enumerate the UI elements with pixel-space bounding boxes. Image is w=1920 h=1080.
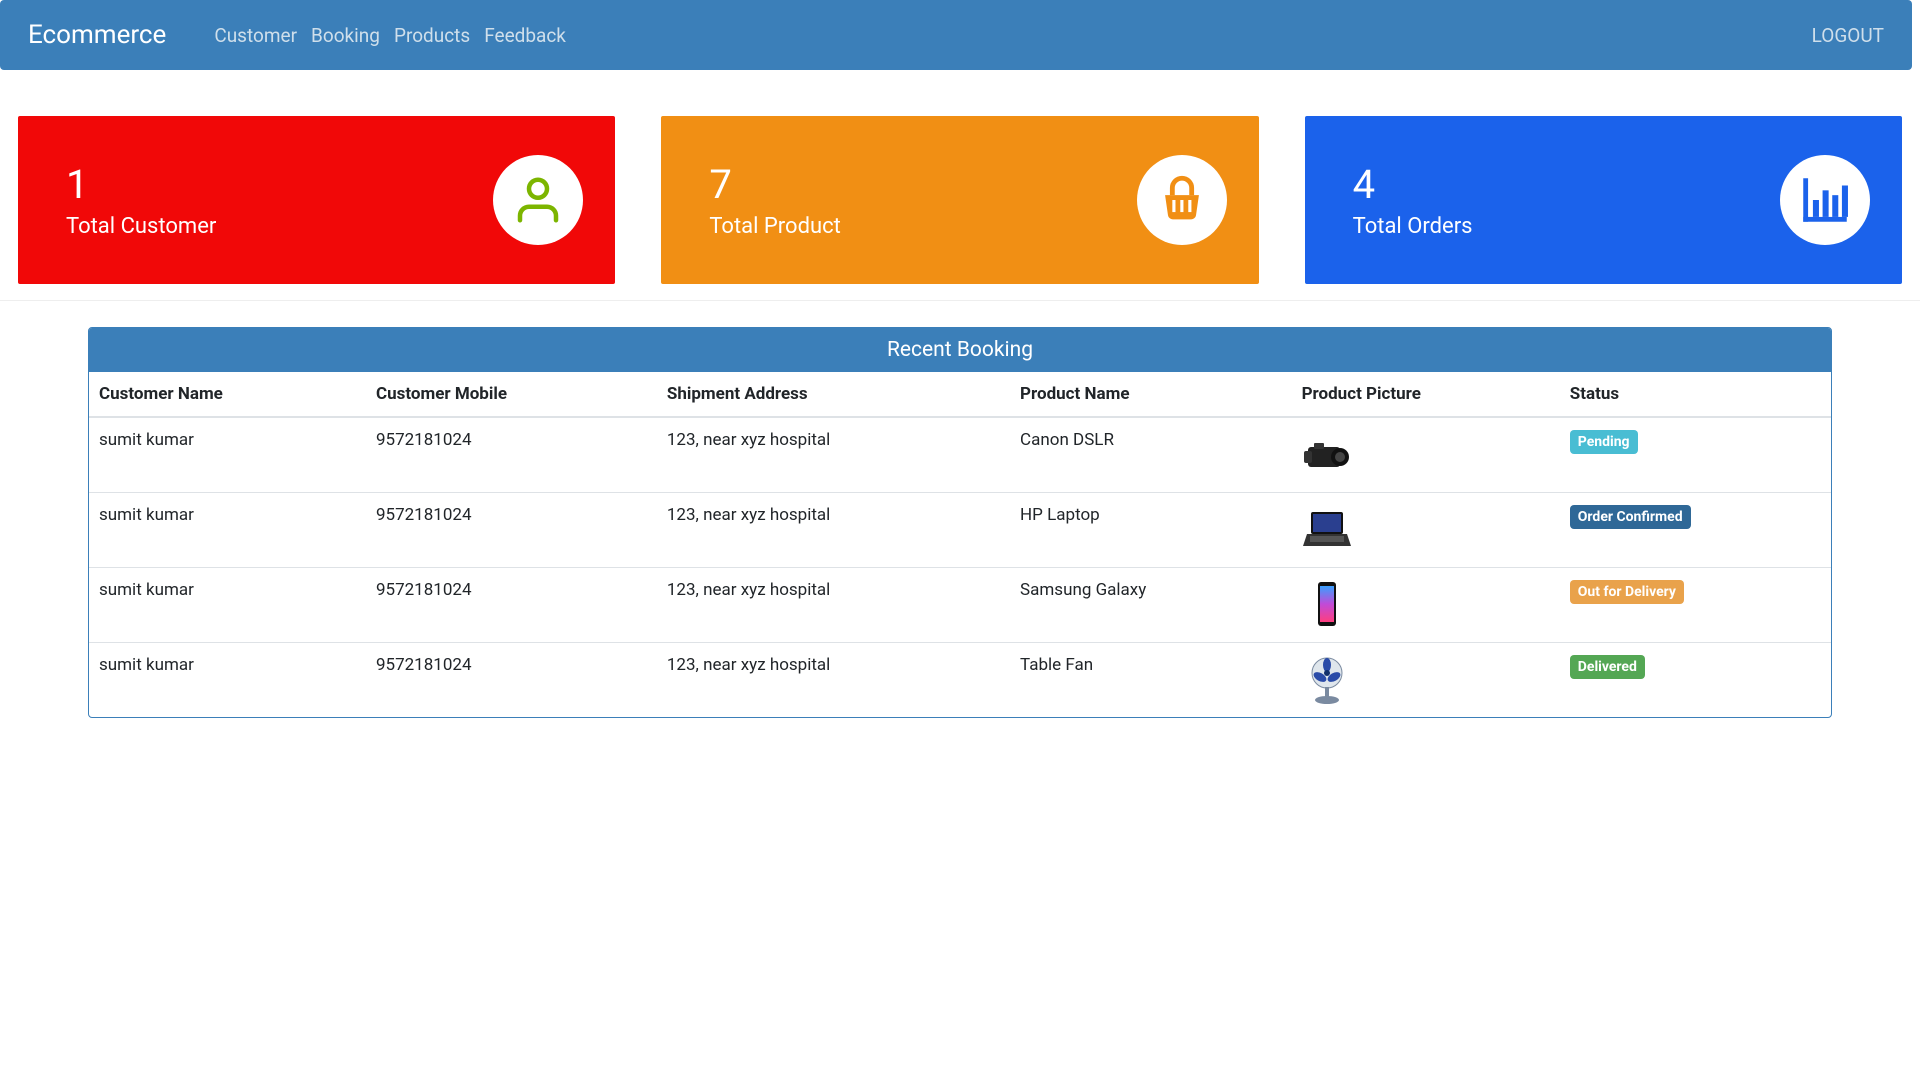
cell-name: sumit kumar	[89, 493, 366, 568]
stat-label: Total Product	[709, 214, 841, 239]
col-customer-name: Customer Name	[89, 372, 366, 417]
cell-mobile: 9572181024	[366, 568, 657, 643]
cell-name: sumit kumar	[89, 417, 366, 493]
cell-address: 123, near xyz hospital	[657, 643, 1010, 718]
table-row: sumit kumar9572181024123, near xyz hospi…	[89, 568, 1831, 643]
cell-status: Delivered	[1560, 643, 1831, 718]
stat-card-text: 7 Total Product	[709, 161, 841, 239]
col-status: Status	[1560, 372, 1831, 417]
cell-name: sumit kumar	[89, 568, 366, 643]
stat-count: 1	[66, 161, 216, 208]
logout-link[interactable]: LOGOUT	[1812, 24, 1884, 47]
cell-mobile: 9572181024	[366, 417, 657, 493]
cell-product: HP Laptop	[1010, 493, 1292, 568]
status-badge: Order Confirmed	[1570, 505, 1691, 529]
stat-cards-row: 1 Total Customer 7 Total Product	[0, 70, 1920, 300]
col-shipment-address: Shipment Address	[657, 372, 1010, 417]
booking-card: Recent Booking Customer Name Customer Mo…	[88, 327, 1832, 718]
cell-picture	[1292, 493, 1560, 568]
cell-address: 123, near xyz hospital	[657, 493, 1010, 568]
nav-link-customer[interactable]: Customer	[214, 24, 297, 47]
col-product-picture: Product Picture	[1292, 372, 1560, 417]
stat-label: Total Customer	[66, 214, 216, 239]
table-row: sumit kumar9572181024123, near xyz hospi…	[89, 417, 1831, 493]
cell-picture	[1292, 568, 1560, 643]
cell-status: Out for Delivery	[1560, 568, 1831, 643]
cell-address: 123, near xyz hospital	[657, 568, 1010, 643]
cell-address: 123, near xyz hospital	[657, 417, 1010, 493]
booking-section: Recent Booking Customer Name Customer Mo…	[0, 301, 1920, 758]
cell-product: Table Fan	[1010, 643, 1292, 718]
stat-card-customer[interactable]: 1 Total Customer	[18, 116, 615, 284]
cell-status: Order Confirmed	[1560, 493, 1831, 568]
stat-card-text: 1 Total Customer	[66, 161, 216, 239]
stat-card-text: 4 Total Orders	[1353, 161, 1473, 239]
booking-table: Customer Name Customer Mobile Shipment A…	[89, 372, 1831, 717]
nav-links: Customer Booking Products Feedback	[214, 24, 566, 47]
phone-icon	[1302, 580, 1352, 630]
table-row: sumit kumar9572181024123, near xyz hospi…	[89, 643, 1831, 718]
brand-title: Ecommerce	[28, 20, 166, 50]
navbar: Ecommerce Customer Booking Products Feed…	[0, 0, 1912, 70]
stat-card-product[interactable]: 7 Total Product	[661, 116, 1258, 284]
cell-name: sumit kumar	[89, 643, 366, 718]
cell-status: Pending	[1560, 417, 1831, 493]
nav-link-feedback[interactable]: Feedback	[484, 24, 566, 47]
table-header: Customer Name Customer Mobile Shipment A…	[89, 372, 1831, 417]
stat-label: Total Orders	[1353, 214, 1473, 239]
cell-product: Canon DSLR	[1010, 417, 1292, 493]
status-badge: Out for Delivery	[1570, 580, 1684, 604]
table-row: sumit kumar9572181024123, near xyz hospi…	[89, 493, 1831, 568]
cell-picture	[1292, 417, 1560, 493]
stat-card-orders[interactable]: 4 Total Orders	[1305, 116, 1902, 284]
cell-mobile: 9572181024	[366, 643, 657, 718]
stat-count: 4	[1353, 161, 1473, 208]
nav-link-products[interactable]: Products	[394, 24, 470, 47]
table-body: sumit kumar9572181024123, near xyz hospi…	[89, 417, 1831, 717]
cell-product: Samsung Galaxy	[1010, 568, 1292, 643]
status-badge: Pending	[1570, 430, 1638, 454]
user-icon	[493, 155, 583, 245]
nav-link-booking[interactable]: Booking	[311, 24, 380, 47]
laptop-icon	[1302, 505, 1352, 555]
col-product-name: Product Name	[1010, 372, 1292, 417]
fan-icon	[1302, 655, 1352, 705]
camera-icon	[1302, 430, 1352, 480]
basket-icon	[1137, 155, 1227, 245]
col-customer-mobile: Customer Mobile	[366, 372, 657, 417]
booking-title: Recent Booking	[89, 328, 1831, 372]
stat-count: 7	[709, 161, 841, 208]
status-badge: Delivered	[1570, 655, 1645, 679]
cell-mobile: 9572181024	[366, 493, 657, 568]
cell-picture	[1292, 643, 1560, 718]
bar-chart-icon	[1780, 155, 1870, 245]
